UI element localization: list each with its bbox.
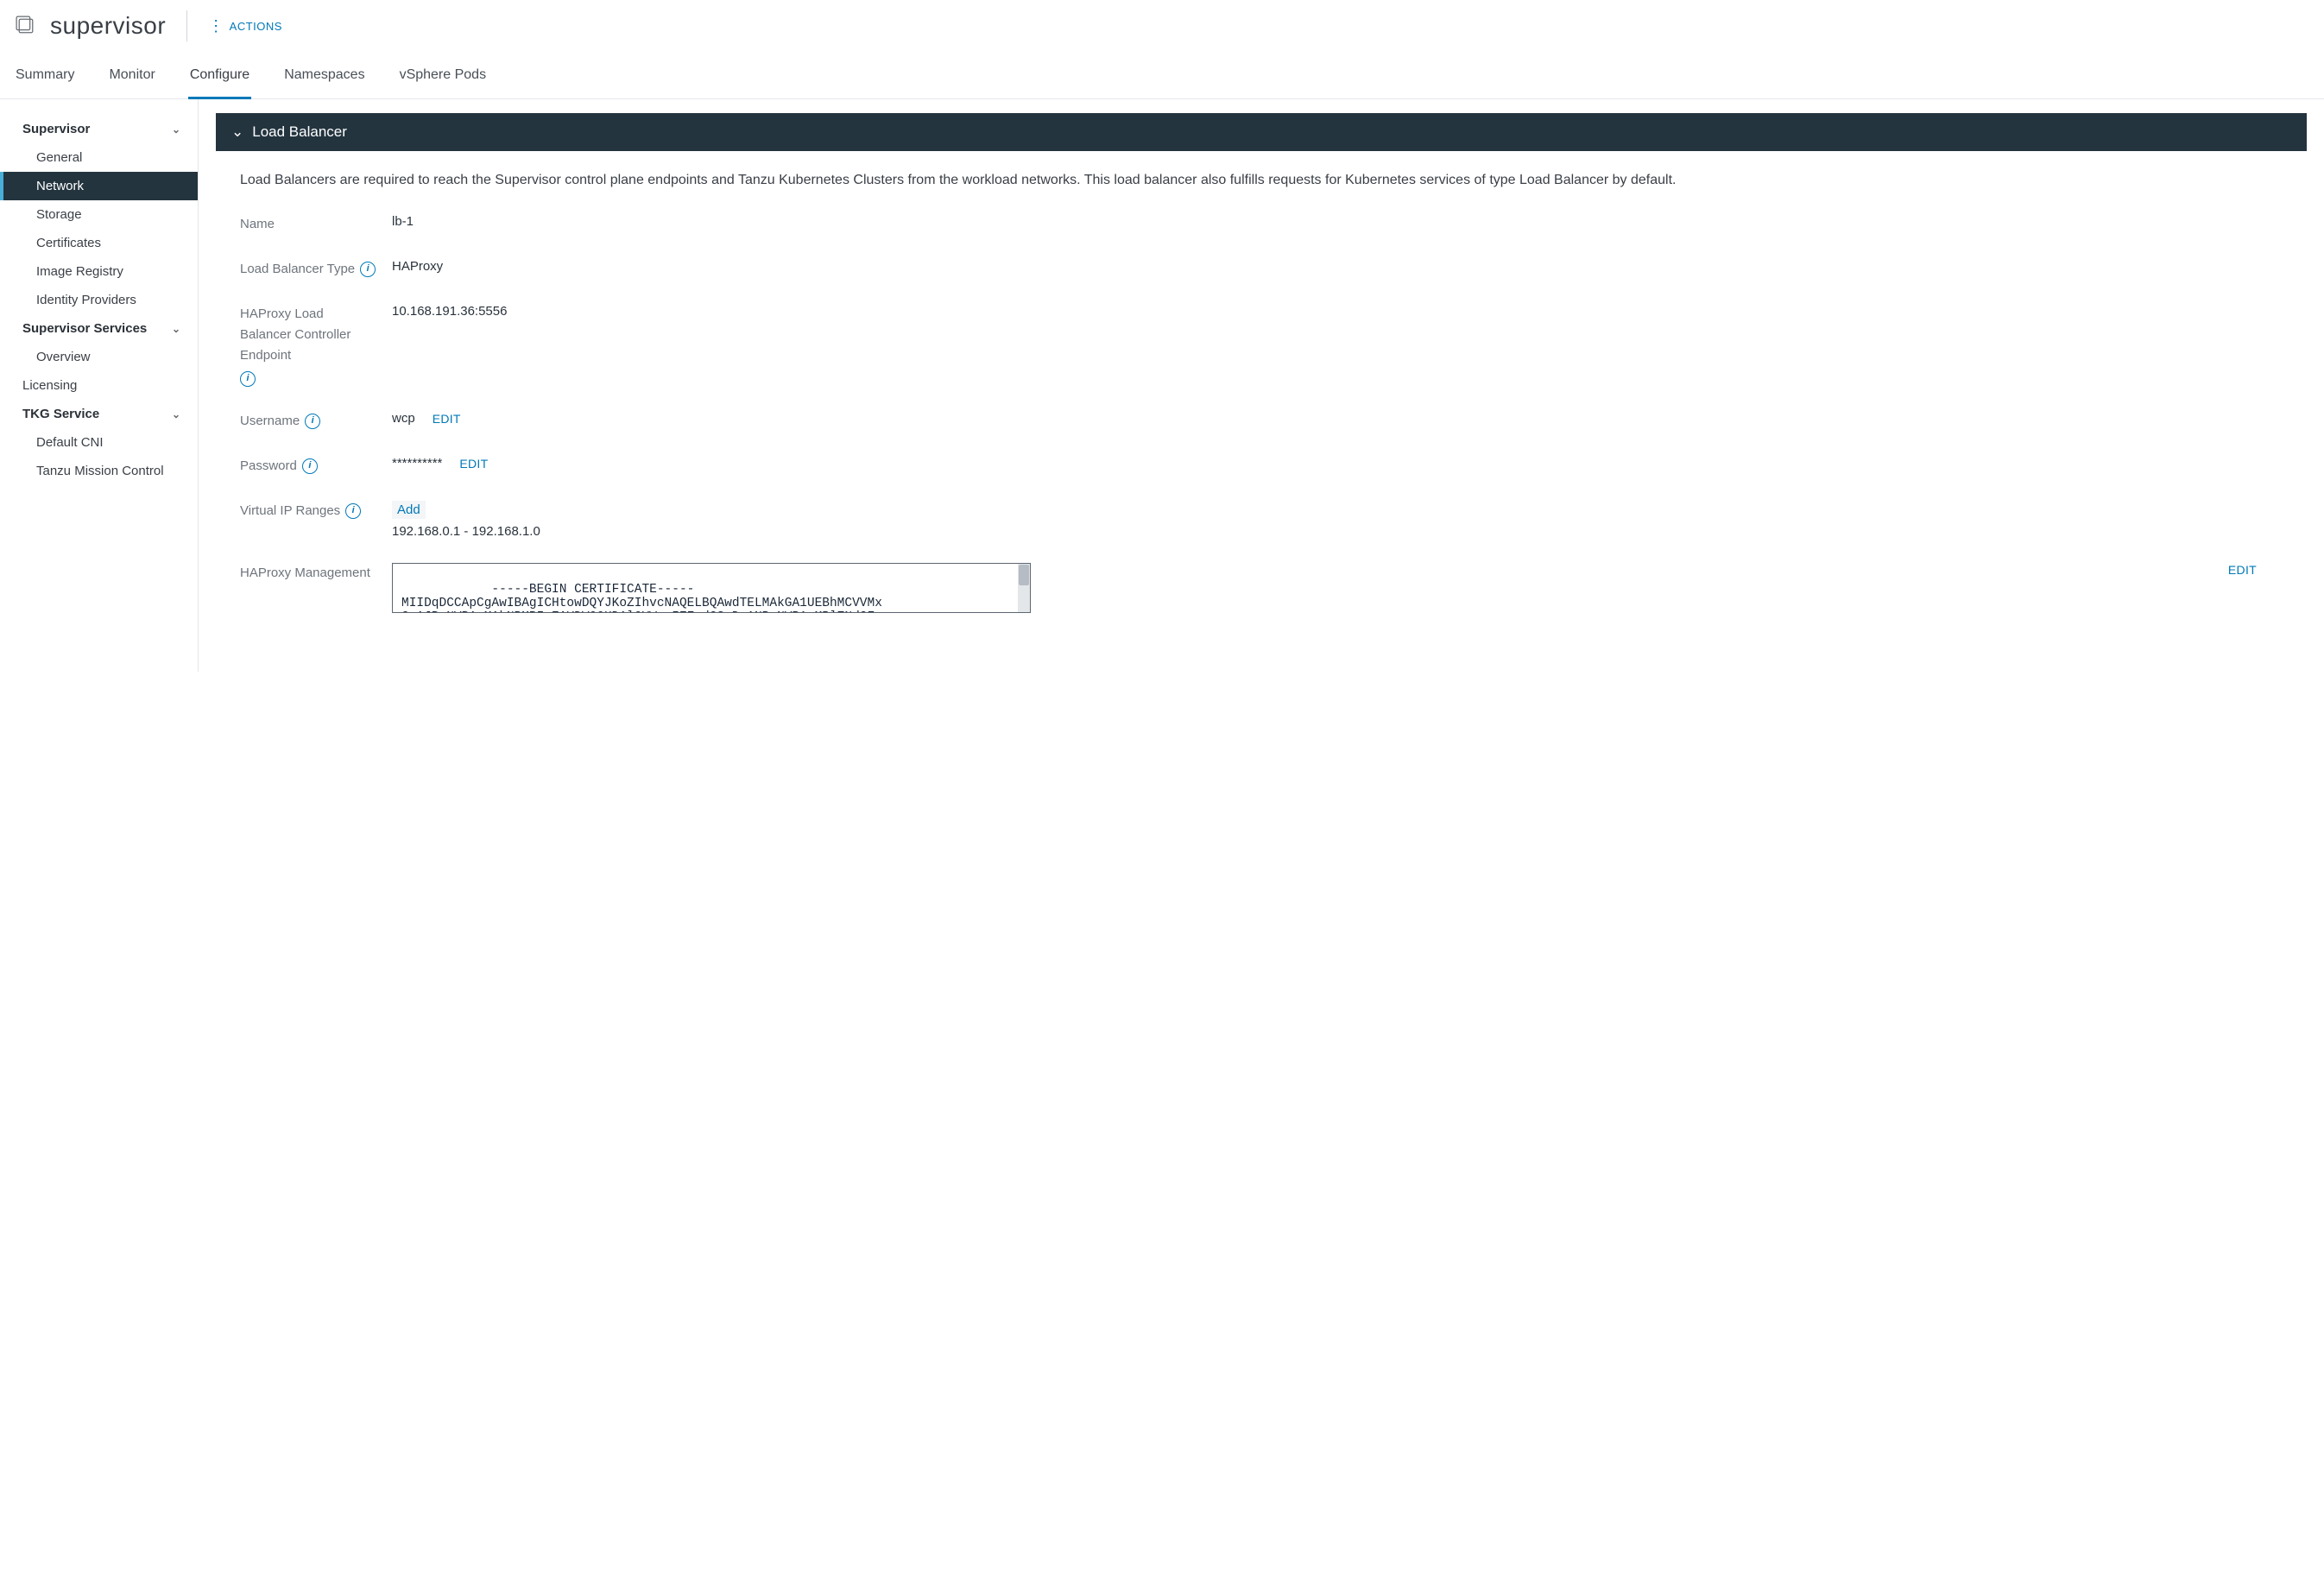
content-area: Supervisor ⌄ General Network Storage Cer…: [0, 99, 2324, 672]
label-text: Load Balancer Type: [240, 259, 355, 280]
sidebar-item-network[interactable]: Network: [0, 172, 198, 200]
value-endpoint: 10.168.191.36:5556: [392, 304, 2283, 319]
row-vip: Virtual IP Ranges Add 192.168.0.1 - 192.…: [240, 501, 2283, 539]
label-vip: Virtual IP Ranges: [240, 501, 378, 521]
panel-description: Load Balancers are required to reach the…: [240, 168, 2283, 192]
info-icon[interactable]: [360, 262, 376, 277]
edit-cert-button[interactable]: EDIT: [2228, 563, 2257, 577]
tab-monitor[interactable]: Monitor: [107, 59, 156, 99]
tab-summary[interactable]: Summary: [14, 59, 76, 99]
value-vip-range: 192.168.0.1 - 192.168.1.0: [392, 524, 2283, 539]
value-username: wcp: [392, 411, 415, 426]
sidebar-group-label: Supervisor: [22, 122, 90, 136]
chevron-down-icon: ⌄: [172, 123, 180, 136]
sidebar-group-label: Supervisor Services: [22, 321, 147, 336]
sidebar-item-image-registry[interactable]: Image Registry: [0, 257, 198, 286]
label-password: Password: [240, 456, 378, 477]
sidebar-item-general[interactable]: General: [0, 143, 198, 172]
sidebar-group-supervisor-services[interactable]: Supervisor Services ⌄: [0, 314, 198, 343]
label-type: Load Balancer Type: [240, 259, 378, 280]
panel-header-load-balancer[interactable]: ⌄ Load Balancer: [216, 113, 2307, 151]
sidebar-item-overview[interactable]: Overview: [0, 343, 198, 371]
info-icon[interactable]: [345, 503, 361, 519]
chevron-down-icon: ⌄: [231, 123, 243, 141]
edit-username-button[interactable]: EDIT: [433, 412, 461, 426]
sidebar-item-storage[interactable]: Storage: [0, 200, 198, 229]
sidebar-item-certificates[interactable]: Certificates: [0, 229, 198, 257]
value-name: lb-1: [392, 214, 2283, 229]
sidebar-group-supervisor[interactable]: Supervisor ⌄: [0, 115, 198, 143]
info-icon[interactable]: [302, 458, 318, 474]
sidebar-group-tkg-service[interactable]: TKG Service ⌄: [0, 400, 198, 428]
tab-vsphere-pods[interactable]: vSphere Pods: [398, 59, 489, 99]
row-password: Password ********** EDIT: [240, 456, 2283, 477]
scrollbar-thumb[interactable]: [1019, 565, 1029, 585]
main-tabs: Summary Monitor Configure Namespaces vSp…: [0, 59, 2324, 99]
label-text: Virtual IP Ranges: [240, 501, 340, 521]
add-vip-button[interactable]: Add: [392, 501, 426, 519]
label-text: HAProxy Load Balancer Controller Endpoin…: [240, 304, 378, 366]
edit-password-button[interactable]: EDIT: [459, 457, 488, 471]
value-type: HAProxy: [392, 259, 2283, 274]
divider: [186, 10, 187, 41]
label-text: Username: [240, 411, 300, 432]
main-panel: ⌄ Load Balancer Load Balancers are requi…: [199, 99, 2324, 672]
cert-textarea[interactable]: -----BEGIN CERTIFICATE----- MIIDqDCCApCg…: [392, 563, 1031, 613]
row-endpoint: HAProxy Load Balancer Controller Endpoin…: [240, 304, 2283, 387]
sidebar-item-tanzu-mission-control[interactable]: Tanzu Mission Control: [0, 457, 198, 485]
label-cert: HAProxy Management: [240, 563, 378, 584]
sidebar-item-default-cni[interactable]: Default CNI: [0, 428, 198, 457]
tab-configure[interactable]: Configure: [188, 59, 251, 99]
row-type: Load Balancer Type HAProxy: [240, 259, 2283, 280]
info-icon[interactable]: [305, 414, 320, 429]
row-cert: HAProxy Management -----BEGIN CERTIFICAT…: [240, 563, 2283, 613]
value-password: **********: [392, 456, 442, 471]
sidebar-item-licensing[interactable]: Licensing: [0, 371, 198, 400]
scrollbar[interactable]: [1018, 564, 1030, 612]
label-username: Username: [240, 411, 378, 432]
actions-menu-button[interactable]: ⋮ ACTIONS: [208, 20, 282, 33]
cert-content: -----BEGIN CERTIFICATE----- MIIDqDCCApCg…: [401, 583, 882, 613]
config-sidebar: Supervisor ⌄ General Network Storage Cer…: [0, 99, 199, 672]
supervisor-icon: [14, 14, 38, 38]
info-icon[interactable]: [240, 371, 256, 387]
actions-label: ACTIONS: [230, 20, 282, 33]
row-name: Name lb-1: [240, 214, 2283, 235]
sidebar-item-identity-providers[interactable]: Identity Providers: [0, 286, 198, 314]
page-title: supervisor: [50, 12, 166, 40]
row-username: Username wcp EDIT: [240, 411, 2283, 432]
label-text: Password: [240, 456, 297, 477]
panel-title: Load Balancer: [252, 123, 347, 141]
sidebar-group-label: TKG Service: [22, 407, 99, 421]
tab-namespaces[interactable]: Namespaces: [282, 59, 366, 99]
chevron-down-icon: ⌄: [172, 323, 180, 335]
label-name: Name: [240, 214, 378, 235]
panel-body: Load Balancers are required to reach the…: [216, 151, 2307, 654]
label-endpoint: HAProxy Load Balancer Controller Endpoin…: [240, 304, 378, 387]
page-header: supervisor ⋮ ACTIONS: [0, 0, 2324, 48]
chevron-down-icon: ⌄: [172, 408, 180, 420]
